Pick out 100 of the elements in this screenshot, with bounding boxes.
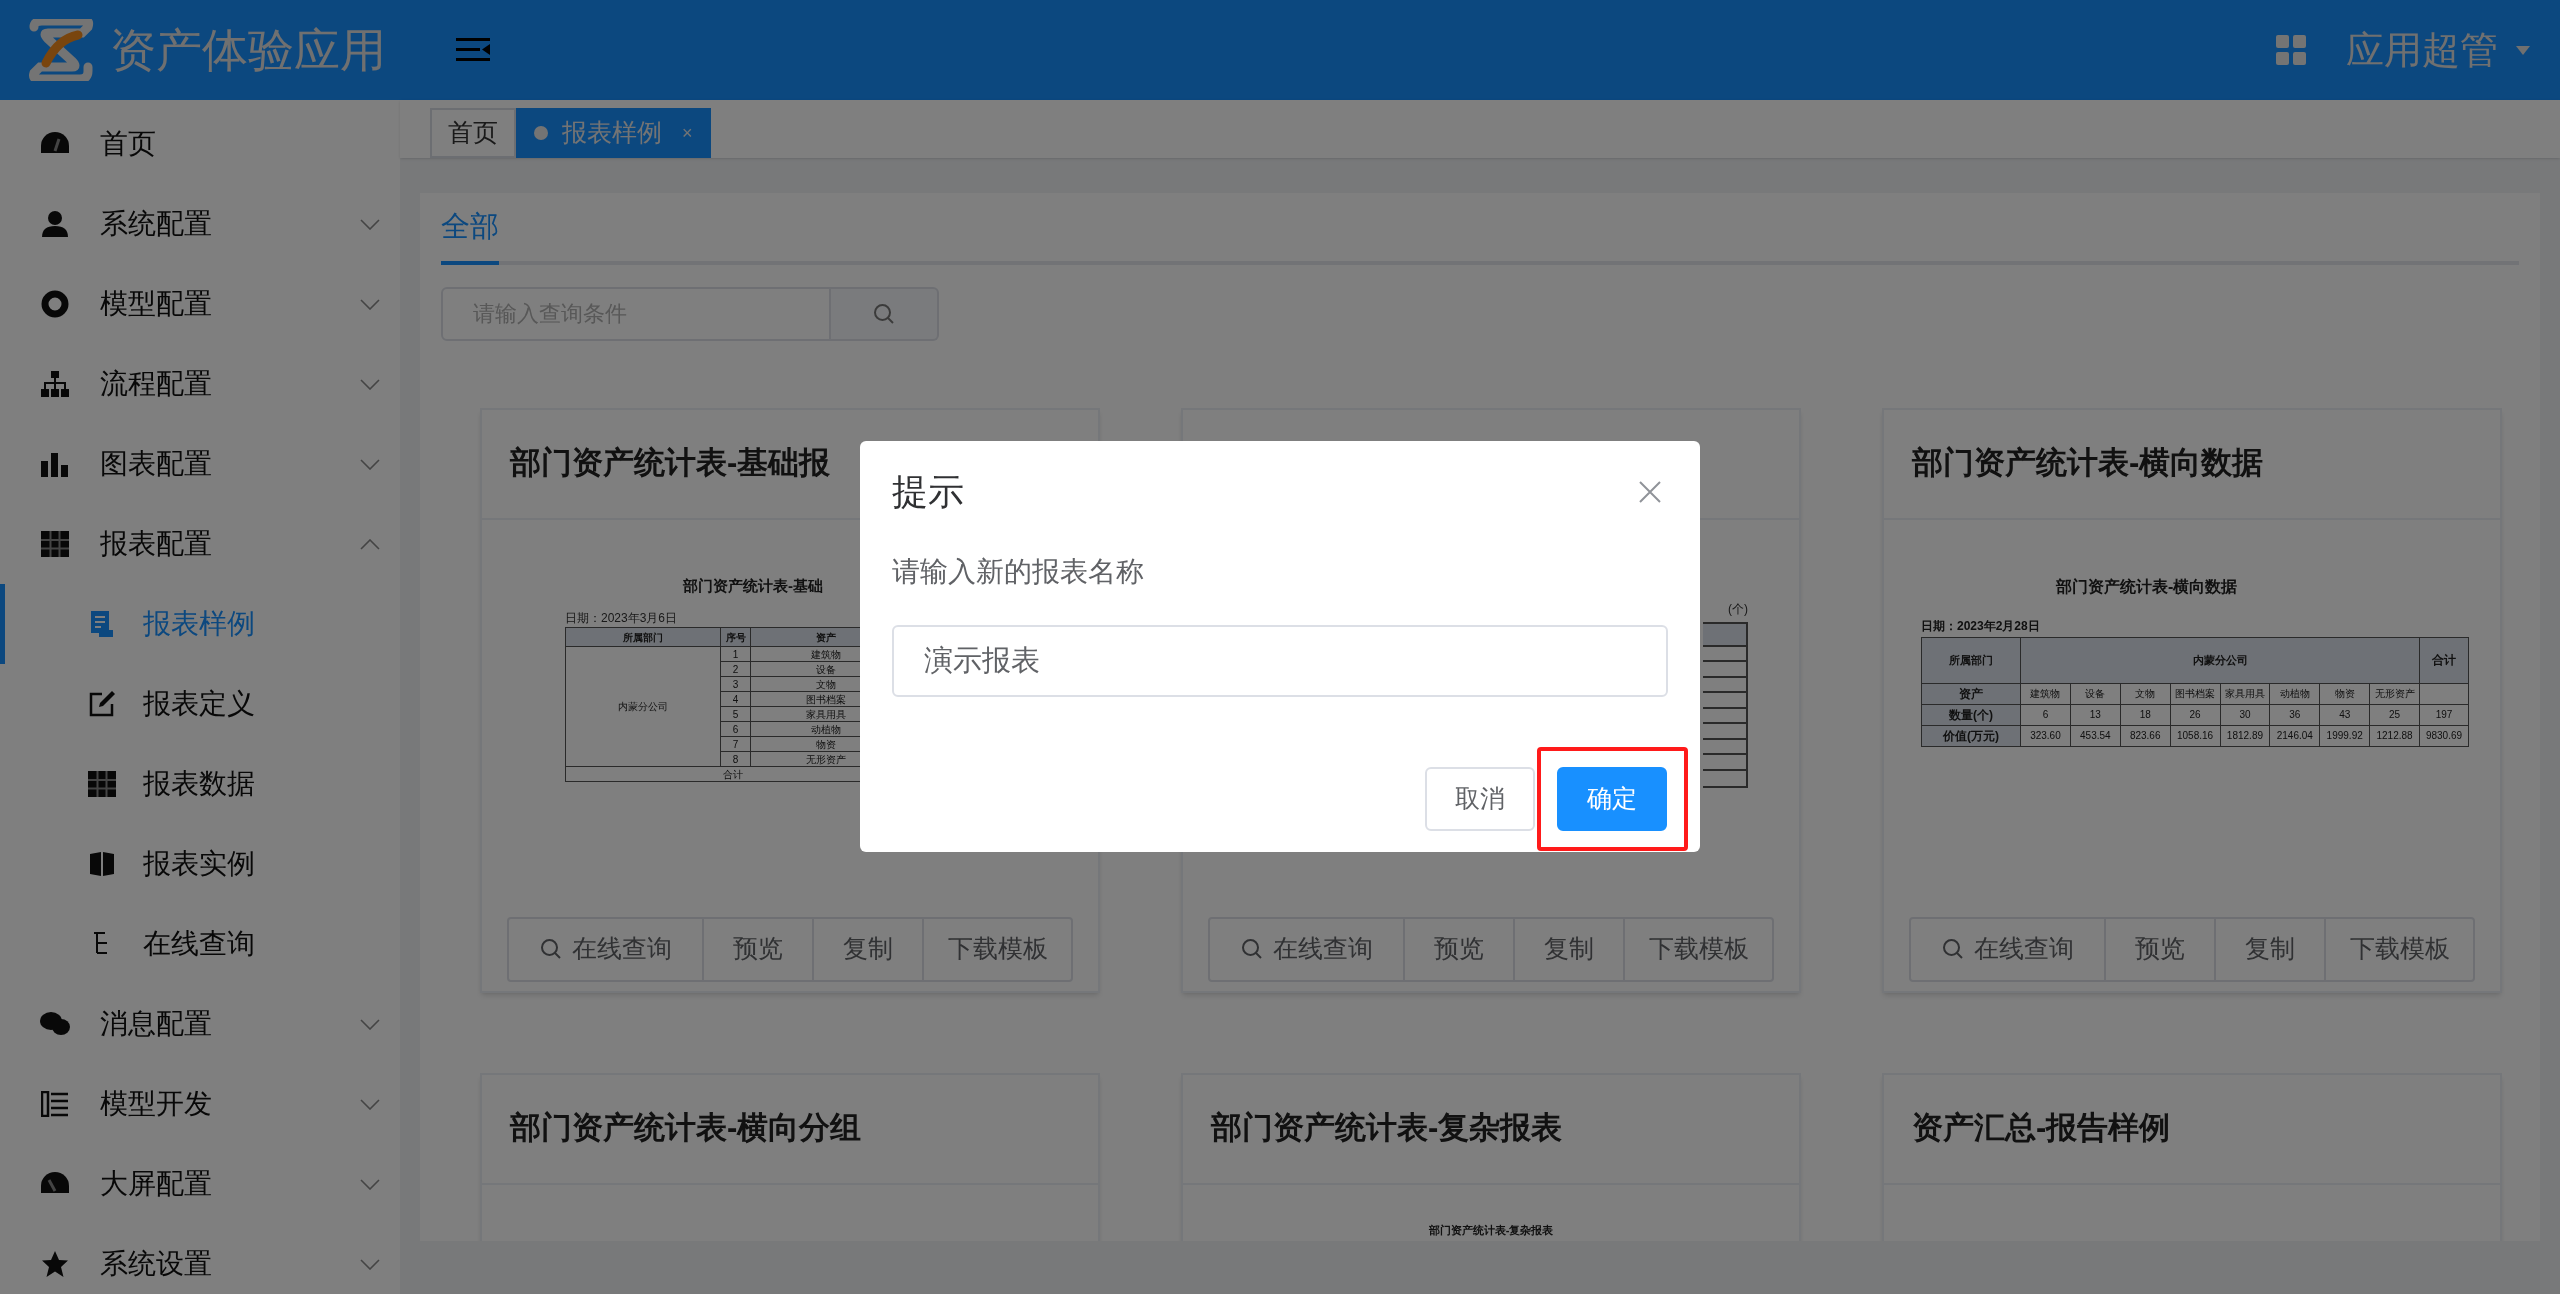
- cancel-button[interactable]: 取消: [1425, 767, 1535, 831]
- table-cell: 7: [720, 736, 751, 752]
- table-cell: 家具用具: [2220, 683, 2270, 704]
- card-title: 部门资产统计表-复杂报表: [1211, 1109, 1563, 1148]
- card-action-button[interactable]: 复制: [812, 918, 922, 980]
- ring-icon: [41, 290, 69, 318]
- logo-icon: [28, 19, 94, 81]
- report-caption: (个): [1727, 600, 1748, 618]
- close-icon[interactable]: [1638, 480, 1662, 504]
- card-title: 部门资产统计表-基础报: [510, 444, 831, 483]
- table-cell: 图书档案: [2170, 683, 2220, 704]
- apps-grid-icon[interactable]: [2276, 35, 2306, 65]
- table-cell: 13: [2070, 704, 2121, 725]
- table-cell: 所属部门: [565, 627, 721, 647]
- table-cell: 43: [2319, 704, 2370, 725]
- sidebar-item[interactable]: 系统配置: [0, 184, 400, 264]
- card-title: 部门资产统计表-横向分组: [510, 1109, 862, 1148]
- table-icon: [88, 771, 116, 797]
- table-cell: 文物: [2120, 683, 2171, 704]
- table-cell: 2: [720, 661, 751, 677]
- table-cell: 建筑物: [2020, 683, 2071, 704]
- document-icon: [89, 610, 115, 638]
- search-button[interactable]: [831, 286, 939, 341]
- search-icon: [1941, 938, 1964, 960]
- table-cell: 36: [2269, 704, 2320, 725]
- table-cell: 1212.88: [2369, 725, 2420, 746]
- report-title: 部门资产统计表-复杂报表: [1428, 1223, 1554, 1236]
- table-cell: 4: [720, 691, 751, 707]
- tab-close[interactable]: ×: [682, 119, 693, 147]
- card-action-button[interactable]: 预览: [2104, 918, 2214, 980]
- table-cell: 动植物: [2269, 683, 2320, 704]
- table-cell: 1058.16: [2170, 725, 2220, 746]
- user-menu[interactable]: 应用超管: [2346, 21, 2530, 79]
- page-tab[interactable]: 首页: [430, 108, 516, 158]
- card-action-button[interactable]: 下载模板: [1623, 918, 1772, 980]
- card-title: 资产汇总-报告样例: [1912, 1109, 2171, 1148]
- sidebar-subitem[interactable]: 在线查询: [0, 904, 400, 984]
- menu-fold-icon[interactable]: [456, 36, 490, 64]
- table-cell: 所属部门: [1921, 637, 2021, 683]
- bar-chart-icon: [41, 451, 69, 477]
- card-action-button[interactable]: 在线查询: [1210, 918, 1403, 980]
- card-action-button[interactable]: 预览: [702, 918, 812, 980]
- table-cell: 资产: [1921, 683, 2021, 704]
- sidebar-item[interactable]: 消息配置: [0, 984, 400, 1064]
- card-action-button[interactable]: 复制: [1513, 918, 1623, 980]
- sidebar-subitem[interactable]: 报表样例: [0, 584, 400, 664]
- list-icon: [41, 1091, 69, 1117]
- table-cell: 25: [2369, 704, 2420, 725]
- table-cell: 30: [2220, 704, 2270, 725]
- table-cell: 内蒙分公司: [2020, 637, 2420, 683]
- card-action-button[interactable]: 下载模板: [922, 918, 1071, 980]
- card-action-button[interactable]: 在线查询: [509, 918, 702, 980]
- sidebar-item[interactable]: 系统设置: [0, 1224, 400, 1294]
- sidebar-item[interactable]: 报表配置: [0, 504, 400, 584]
- name-input-field[interactable]: 演示报表: [892, 625, 1668, 697]
- table-cell: 8: [720, 751, 751, 767]
- report-title: 部门资产统计表-横向数据: [2056, 576, 2239, 597]
- report-title: 部门资产统计表-基础: [683, 575, 824, 596]
- sidebar-item[interactable]: 流程配置: [0, 344, 400, 424]
- table-cell: 设备: [2070, 683, 2121, 704]
- card-action-button[interactable]: 下载模板: [2324, 918, 2473, 980]
- table-cell: 1812.89: [2220, 725, 2270, 746]
- table-cell: 价值(万元): [1921, 725, 2021, 746]
- chat-icon: [40, 1011, 70, 1037]
- table-cell: 序号: [720, 627, 751, 647]
- edit-icon: [88, 690, 116, 718]
- table-cell: 无形资产: [2369, 683, 2420, 704]
- sidebar-item[interactable]: 大屏配置: [0, 1144, 400, 1224]
- page-tab[interactable]: 报表样例 ×: [516, 108, 711, 158]
- table-cell: 323.60: [2020, 725, 2071, 746]
- sidebar-subitem[interactable]: 报表数据: [0, 744, 400, 824]
- sidebar-item[interactable]: 模型开发: [0, 1064, 400, 1144]
- card-action-button[interactable]: 预览: [1403, 918, 1513, 980]
- table-cell: 物资: [2319, 683, 2370, 704]
- report-date: 日期：2023年3月6日: [565, 610, 679, 627]
- card-action-button[interactable]: 复制: [2214, 918, 2324, 980]
- table-cell: 内蒙分公司: [565, 646, 721, 767]
- table-cell: 18: [2120, 704, 2171, 725]
- table-cell: 823.66: [2120, 725, 2171, 746]
- caret-icon: [2516, 45, 2530, 55]
- table-icon: [41, 531, 69, 557]
- table-cell: 26: [2170, 704, 2220, 725]
- filter-tab[interactable]: 全部: [441, 203, 499, 265]
- sidebar-subitem[interactable]: 报表实例: [0, 824, 400, 904]
- search-icon: [1240, 938, 1263, 960]
- sidebar-subitem[interactable]: 报表定义: [0, 664, 400, 744]
- table-cell: 197: [2419, 704, 2469, 725]
- sidebar-item[interactable]: 图表配置: [0, 424, 400, 504]
- table-cell: 5: [720, 706, 751, 722]
- report-date: 日期：2023年2月28日: [1921, 617, 2041, 635]
- app-title: 资产体验应用: [110, 22, 386, 78]
- table-cell: 3: [720, 676, 751, 692]
- table-cell: 453.54: [2070, 725, 2121, 746]
- sidebar-item[interactable]: 首页: [0, 104, 400, 184]
- sidebar-item[interactable]: 模型配置: [0, 264, 400, 344]
- book-icon: [89, 851, 115, 877]
- dialog-title: 提示: [892, 470, 964, 514]
- confirm-button[interactable]: 确定: [1557, 767, 1667, 831]
- search-icon: [873, 302, 895, 325]
- card-action-button[interactable]: 在线查询: [1911, 918, 2104, 980]
